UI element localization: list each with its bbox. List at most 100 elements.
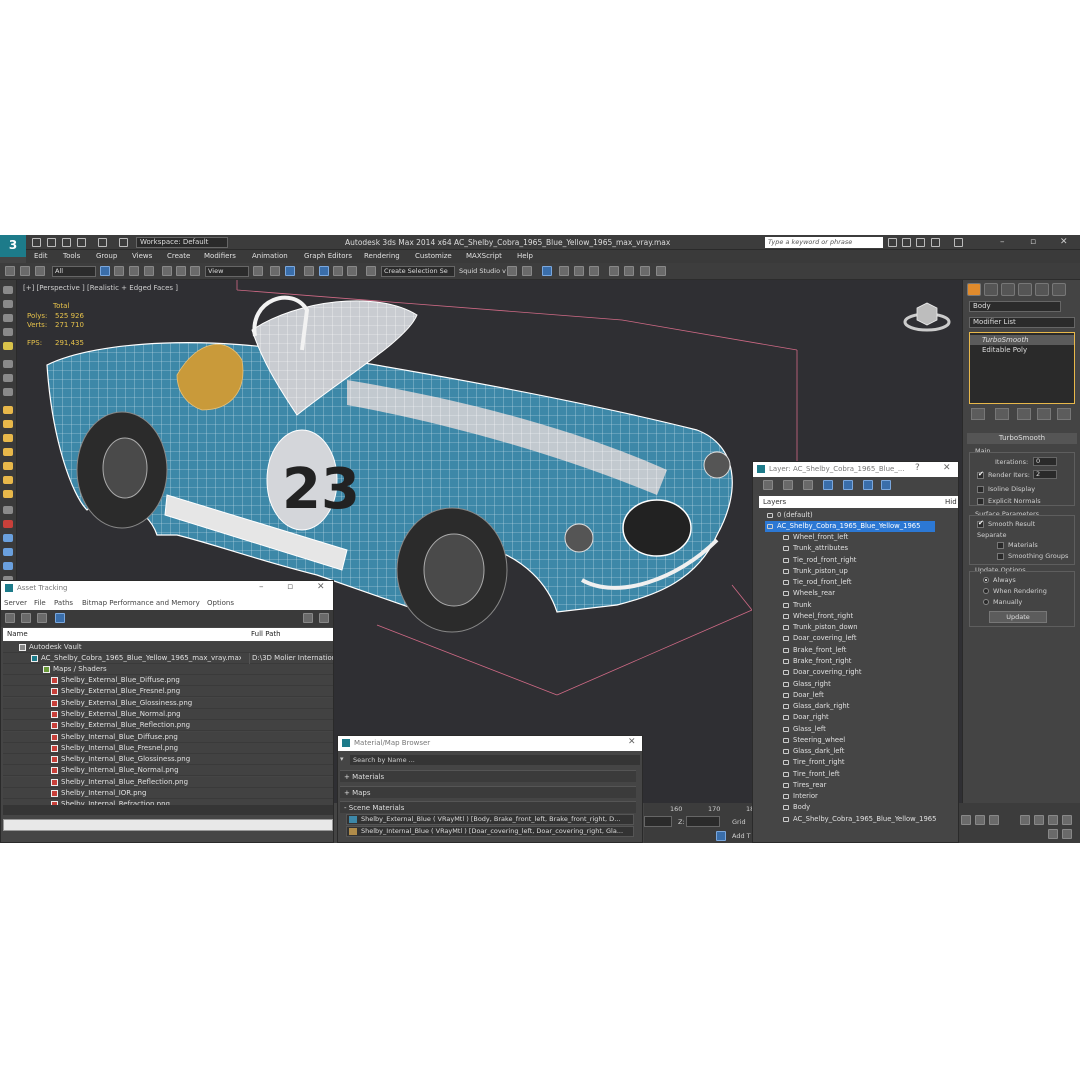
project-folder-icon[interactable] — [119, 238, 128, 247]
select-object-icon[interactable] — [100, 266, 110, 276]
layer-object-row[interactable]: Glass_dark_left — [781, 746, 951, 757]
layer-object-row[interactable]: Wheel_front_left — [781, 532, 951, 543]
spinner-snap-icon[interactable] — [347, 266, 357, 276]
layer-object-row[interactable]: Brake_front_right — [781, 656, 951, 667]
add-time-tag-label[interactable]: Add T — [732, 832, 751, 840]
materials-section[interactable]: + Materials — [340, 770, 636, 782]
asset-row-file[interactable]: Shelby_External_Blue_Fresnel.png — [3, 686, 333, 698]
new-file-icon[interactable] — [32, 238, 41, 247]
bind-space-warp-icon[interactable] — [35, 266, 45, 276]
angle-snap-icon[interactable] — [319, 266, 329, 276]
layer-object-row[interactable]: Doar_left — [781, 690, 951, 701]
configure-modifier-sets-icon[interactable] — [1057, 408, 1071, 420]
create-tab-icon[interactable] — [967, 283, 981, 296]
menu-help[interactable]: Help — [517, 252, 533, 260]
hide-all-layers-icon[interactable] — [863, 480, 873, 490]
asset-row-maps-folder[interactable]: Maps / Shaders — [3, 664, 333, 675]
select-in-layer-icon[interactable] — [823, 480, 833, 490]
link-icon[interactable] — [5, 266, 15, 276]
asset-path-field[interactable] — [3, 819, 333, 831]
stack-item-turbosmooth[interactable]: TurboSmooth — [970, 335, 1074, 345]
material-close-icon[interactable]: ✕ — [628, 737, 636, 747]
edit-named-selection-icon[interactable] — [366, 266, 376, 276]
layer-object-row[interactable]: Tie_rod_front_right — [781, 555, 951, 566]
asset-row-file[interactable]: Shelby_Internal_Blue_Fresnel.png — [3, 742, 333, 754]
layer-object-row[interactable]: Trunk — [781, 600, 951, 611]
modifier-list-dropdown[interactable]: Modifier List — [969, 317, 1075, 328]
explicit-normals-checkbox[interactable] — [977, 498, 984, 505]
layer-object-row[interactable]: Steering_wheel — [781, 735, 951, 746]
undo-icon[interactable] — [77, 238, 86, 247]
layer-object-row[interactable]: Brake_front_left — [781, 645, 951, 656]
freeze-all-layers-icon[interactable] — [881, 480, 891, 490]
connect-icon[interactable] — [3, 548, 13, 556]
close-icon[interactable]: ✕ — [1060, 237, 1068, 247]
material-item-external[interactable]: Shelby_External_Blue ( VRayMtl ) [Body, … — [346, 814, 634, 825]
redo-icon[interactable] — [98, 238, 107, 247]
asset-menu-paths[interactable]: Paths — [54, 599, 73, 607]
maximize-icon[interactable]: ▫ — [1030, 237, 1036, 247]
layer-object-row[interactable]: Doar_covering_left — [781, 633, 951, 644]
layer-main[interactable]: AC_Shelby_Cobra_1965_Blue_Yellow_1965 — [765, 521, 935, 532]
minimize-icon[interactable]: – — [1000, 237, 1005, 247]
asset-path-column[interactable]: Full Path — [251, 630, 281, 638]
selection-filter-dropdown[interactable]: All — [52, 266, 96, 277]
isoline-display-checkbox[interactable] — [977, 486, 984, 493]
layer-help-icon[interactable]: ? — [915, 463, 920, 473]
material-item-internal[interactable]: Shelby_Internal_Blue ( VRayMtl ) [Doar_c… — [346, 826, 634, 837]
schematic-view-icon[interactable] — [589, 266, 599, 276]
asset-row-file[interactable]: Shelby_External_Blue_Diffuse.png — [3, 675, 333, 686]
manually-radio[interactable] — [983, 599, 989, 605]
utilities-tab-icon[interactable] — [1052, 283, 1066, 296]
layer-object-row[interactable]: Tire_front_left — [781, 769, 951, 780]
asset-refresh-icon[interactable] — [5, 613, 15, 623]
edit-icon[interactable] — [3, 328, 13, 336]
zoom-extents-icon[interactable] — [1048, 815, 1058, 825]
select-manipulate-icon[interactable] — [270, 266, 280, 276]
render-iters-checkbox[interactable] — [977, 470, 984, 479]
maximize-viewport-icon[interactable] — [1062, 829, 1072, 839]
asset-horizontal-scrollbar[interactable] — [3, 805, 333, 815]
layer-close-icon[interactable]: ✕ — [943, 463, 951, 473]
scene-materials-section[interactable]: - Scene Materials — [340, 801, 636, 813]
menu-maxscript[interactable]: MAXScript — [466, 252, 502, 260]
favorites-star-icon[interactable] — [931, 238, 940, 247]
asset-help-icon[interactable] — [303, 613, 313, 623]
make-unique-icon[interactable] — [1017, 408, 1031, 420]
layer-object-row[interactable]: Tie_rod_front_left — [781, 577, 951, 588]
open-file-icon[interactable] — [47, 238, 56, 247]
layer-object-row[interactable]: Glass_left — [781, 724, 951, 735]
subdivision-icon[interactable] — [3, 360, 13, 368]
asset-row-file[interactable]: Shelby_Internal_Blue_Diffuse.png — [3, 731, 333, 743]
loop-tools-icon[interactable] — [3, 406, 13, 414]
tris-tools-icon[interactable] — [3, 420, 13, 428]
asset-name-column[interactable]: Name — [7, 630, 28, 638]
curve-editor-icon[interactable] — [574, 266, 584, 276]
remove-modifier-icon[interactable] — [1037, 408, 1051, 420]
material-search-input[interactable]: Search by Name ... — [350, 755, 640, 765]
stack-item-editable-poly[interactable]: Editable Poly — [970, 345, 1074, 355]
display-tab-icon[interactable] — [1035, 283, 1049, 296]
render-setup-icon[interactable] — [624, 266, 634, 276]
material-browser-titlebar[interactable]: Material/Map Browser — [338, 736, 642, 751]
app-logo-icon[interactable]: 3 — [0, 235, 26, 257]
layer-object-row[interactable]: Trunk_attributes — [781, 543, 951, 554]
menu-customize[interactable]: Customize — [415, 252, 452, 260]
delete-layer-icon[interactable] — [783, 480, 793, 490]
properties-icon[interactable] — [3, 388, 13, 396]
materials-checkbox[interactable] — [997, 542, 1004, 549]
layer-object-row[interactable]: Tires_rear — [781, 780, 951, 791]
subscription-icon[interactable] — [902, 238, 911, 247]
z-coordinate-field[interactable] — [686, 816, 720, 827]
menu-group[interactable]: Group — [96, 252, 117, 260]
target-weld-icon[interactable] — [3, 490, 13, 498]
asset-row-vault[interactable]: Autodesk Vault — [3, 642, 333, 653]
asset-tracking-titlebar[interactable]: Asset Tracking — [1, 581, 333, 596]
polygon-modeling-icon[interactable] — [3, 300, 13, 308]
layer-object-row[interactable]: Wheel_front_right — [781, 611, 951, 622]
named-selection-dropdown[interactable]: Create Selection Se — [381, 266, 455, 277]
menu-tools[interactable]: Tools — [63, 252, 80, 260]
menu-modifiers[interactable]: Modifiers — [204, 252, 236, 260]
bevel-icon[interactable] — [3, 448, 13, 456]
asset-menu-options[interactable]: Options — [207, 599, 234, 607]
